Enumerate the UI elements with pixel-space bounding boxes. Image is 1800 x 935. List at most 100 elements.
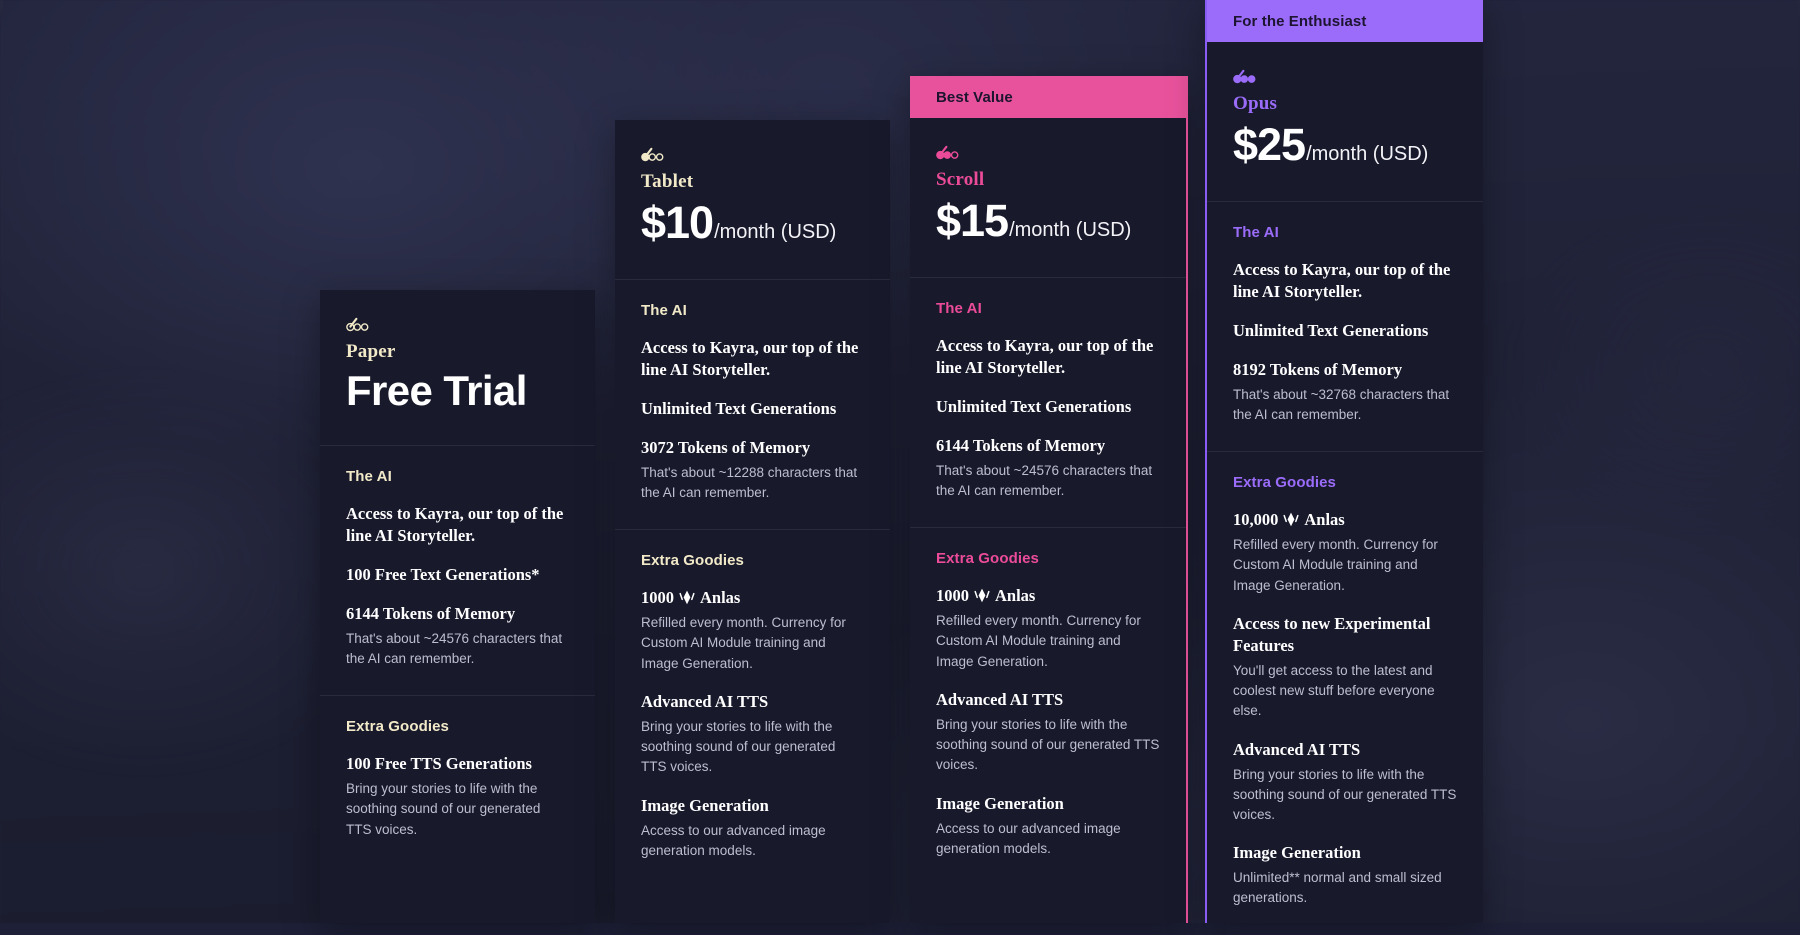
price-row-opus: $25 /month (USD)	[1233, 119, 1457, 171]
feature-item: Advanced AI TTSBring your stories to lif…	[936, 689, 1160, 776]
feature-name: 100 Free Text Generations*	[346, 564, 569, 586]
feature-description: Unlimited** normal and small sized gener…	[1233, 868, 1457, 909]
feature-name: Advanced AI TTS	[641, 691, 864, 713]
feature-name: 1000 Anlas	[641, 587, 864, 609]
feature-item: 1000 Anlas Refilled every month. Currenc…	[936, 585, 1160, 672]
plan-period-tablet: /month (USD)	[714, 221, 836, 244]
section-opus-1: Extra Goodies 10,000 Anlas Refilled ever…	[1207, 451, 1483, 934]
feature-name: 8192 Tokens of Memory	[1233, 359, 1457, 381]
feature-name: Advanced AI TTS	[936, 689, 1160, 711]
section-title: The AI	[1233, 224, 1457, 241]
feature-name-prefix: 10,000	[1233, 509, 1278, 531]
feature-item: Unlimited Text Generations	[641, 398, 864, 420]
feature-description: That's about ~24576 characters that the …	[346, 629, 569, 670]
anlas-icon	[969, 585, 995, 607]
scroll-tier-icon	[936, 144, 1160, 160]
tier-name-opus: Opus	[1233, 93, 1457, 115]
pricing-card-opus[interactable]: For the Enthusiast Opus $25 /month (USD)…	[1205, 0, 1483, 923]
feature-description: Refilled every month. Currency for Custo…	[936, 611, 1160, 672]
section-title: Extra Goodies	[1233, 474, 1457, 491]
feature-description: That's about ~24576 characters that the …	[936, 461, 1160, 502]
pricing-card-scroll[interactable]: Best Value Scroll $15 /month (USD) The A…	[910, 76, 1188, 923]
plan-headline-paper: Free Trial	[346, 367, 569, 415]
feature-item: Access to new Experimental FeaturesYou'l…	[1233, 613, 1457, 722]
section-paper-1: Extra Goodies 100 Free TTS Generations Bri…	[320, 695, 595, 866]
feature-description: Bring your stories to life with the soot…	[346, 779, 569, 840]
pricing-card-grid: PaperFree Trial The AI Access to Kayra, o…	[0, 0, 1800, 923]
feature-item: 3072 Tokens of Memory That's about ~12288…	[641, 437, 864, 503]
section-tablet-0: The AIAccess to Kayra, our top of the li…	[615, 279, 890, 529]
section-title: Extra Goodies	[641, 552, 864, 569]
feature-item: Image GenerationAccess to our advanced i…	[641, 795, 864, 861]
feature-name-suffix: Anlas	[1304, 509, 1344, 531]
section-scroll-0: The AI Access to Kayra, our top of the li…	[910, 277, 1186, 527]
feature-item: 6144 Tokens of MemoryThat's about ~24576…	[346, 603, 569, 669]
feature-name: 1000 Anlas	[936, 585, 1160, 607]
ribbon-label: For the Enthusiast	[1233, 13, 1366, 30]
section-title: The AI	[936, 300, 1160, 317]
feature-item: 100 Free TTS Generations Bring your stori…	[346, 753, 569, 840]
section-tablet-1: Extra Goodies 1000 Anlas Refilled every …	[615, 529, 890, 887]
feature-item: Access to Kayra, our top of the line AI …	[1233, 259, 1457, 303]
feature-name: 100 Free TTS Generations	[346, 753, 569, 775]
paper-tier-icon	[346, 316, 569, 332]
plan-price-scroll: $15	[936, 195, 1008, 247]
feature-description: That's about ~12288 characters that the …	[641, 463, 864, 504]
section-title: The AI	[641, 302, 864, 319]
feature-name: 6144 Tokens of Memory	[936, 435, 1160, 457]
feature-description: Refilled every month. Currency for Custo…	[1233, 535, 1457, 596]
feature-name: Unlimited Text Generations	[1233, 320, 1457, 342]
feature-name-suffix: Anlas	[995, 585, 1035, 607]
feature-name-suffix: Anlas	[700, 587, 740, 609]
feature-item: 1000 Anlas Refilled every month. Currenc…	[641, 587, 864, 674]
feature-item: Unlimited Text Generations	[936, 396, 1160, 418]
plan-period-opus: /month (USD)	[1306, 143, 1428, 166]
feature-name: Advanced AI TTS	[1233, 739, 1457, 761]
feature-description: Access to our advanced image generation …	[936, 819, 1160, 860]
section-title: Extra Goodies	[936, 550, 1160, 567]
anlas-icon	[674, 587, 700, 609]
feature-description: Bring your stories to life with the soot…	[1233, 765, 1457, 826]
feature-item: Unlimited Text Generations	[1233, 320, 1457, 342]
feature-name: Access to Kayra, our top of the line AI …	[346, 503, 569, 547]
feature-description: Refilled every month. Currency for Custo…	[641, 613, 864, 674]
plan-period-scroll: /month (USD)	[1009, 219, 1131, 242]
section-opus-0: The AI Access to Kayra, our top of the li…	[1207, 201, 1483, 451]
feature-item: Image Generation Access to our advanced i…	[936, 793, 1160, 859]
card-header-tablet: Tablet $10 /month (USD)	[615, 120, 890, 279]
card-header-opus: Opus $25 /month (USD)	[1207, 42, 1483, 201]
price-row-scroll: $15 /month (USD)	[936, 195, 1160, 247]
feature-name: 3072 Tokens of Memory	[641, 437, 864, 459]
pricing-card-paper[interactable]: PaperFree Trial The AI Access to Kayra, o…	[320, 290, 595, 923]
tier-name-scroll: Scroll	[936, 169, 1160, 191]
section-paper-0: The AI Access to Kayra, our top of the li…	[320, 445, 595, 695]
feature-item: 8192 Tokens of Memory That's about ~32768…	[1233, 359, 1457, 425]
feature-name: Access to Kayra, our top of the line AI …	[1233, 259, 1457, 303]
card-header-scroll: Scroll $15 /month (USD)	[910, 118, 1186, 277]
feature-name: 10,000 Anlas	[1233, 509, 1457, 531]
feature-name: Unlimited Text Generations	[641, 398, 864, 420]
feature-name: Image Generation	[936, 793, 1160, 815]
feature-description: That's about ~32768 characters that the …	[1233, 385, 1457, 426]
feature-item: 10,000 Anlas Refilled every month. Curre…	[1233, 509, 1457, 596]
pricing-card-tablet[interactable]: Tablet $10 /month (USD) The AIAccess to …	[615, 120, 890, 923]
section-title: The AI	[346, 468, 569, 485]
feature-item: Access to Kayra, our top of the line AI …	[936, 335, 1160, 379]
ribbon-label: Best Value	[936, 89, 1013, 106]
feature-name-prefix: 1000	[936, 585, 969, 607]
plan-price-opus: $25	[1233, 119, 1305, 171]
tablet-tier-icon	[641, 146, 864, 162]
feature-item: Advanced AI TTS Bring your stories to lif…	[1233, 739, 1457, 826]
plan-price-tablet: $10	[641, 197, 713, 249]
section-title: Extra Goodies	[346, 718, 569, 735]
card-header-paper: PaperFree Trial	[320, 290, 595, 445]
feature-name: Access to new Experimental Features	[1233, 613, 1457, 657]
anlas-icon	[1278, 509, 1304, 531]
opus-tier-icon	[1233, 68, 1457, 84]
feature-description: You'll get access to the latest and cool…	[1233, 661, 1457, 722]
feature-item: 100 Free Text Generations*	[346, 564, 569, 586]
feature-name: Unlimited Text Generations	[936, 396, 1160, 418]
feature-name: Image Generation	[641, 795, 864, 817]
feature-item: Advanced AI TTSBring your stories to lif…	[641, 691, 864, 778]
feature-name: Image Generation	[1233, 842, 1457, 864]
